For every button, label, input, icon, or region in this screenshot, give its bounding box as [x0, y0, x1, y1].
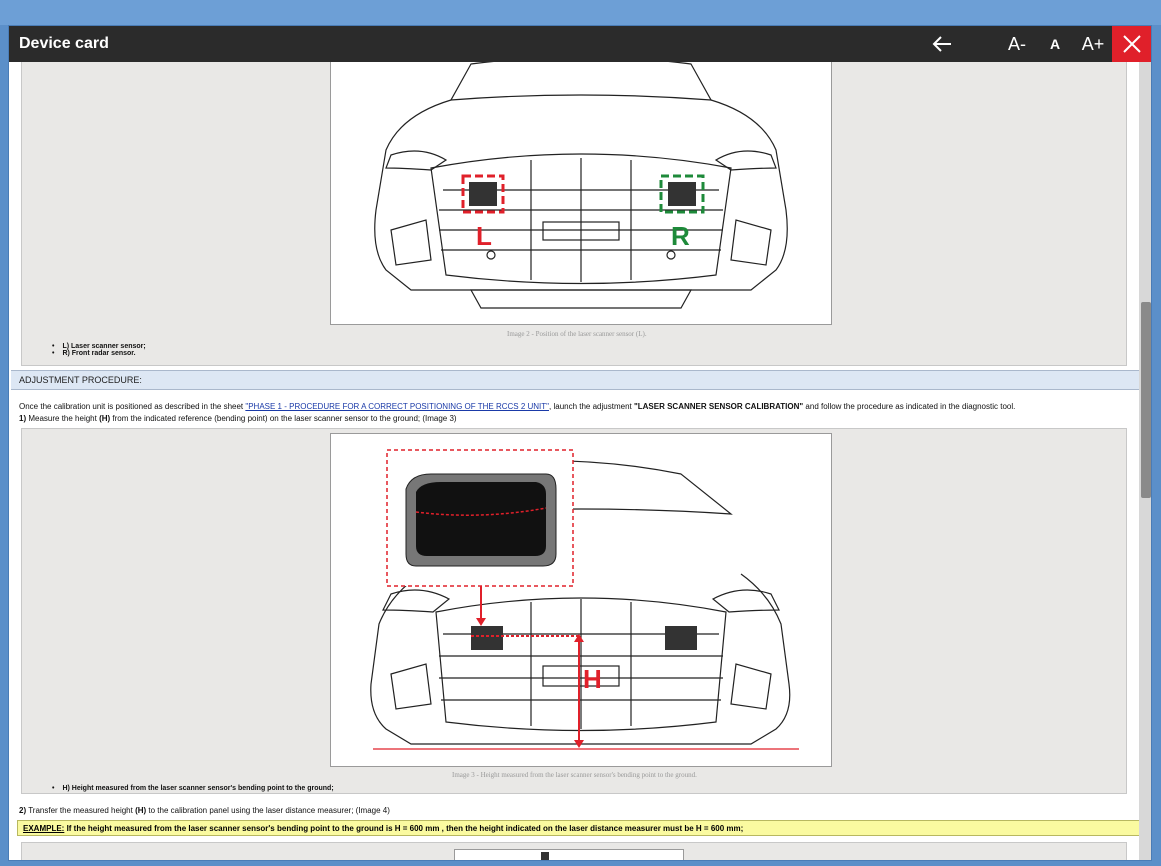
- image3-panel: H Image 3 - Height measured from the las…: [21, 428, 1127, 794]
- list-item: L) Laser scanner sensor;: [52, 343, 145, 350]
- intro-prefix: Once the calibration unit is positioned …: [19, 402, 246, 411]
- document-content: L R Image 2 - Position of the laser scan…: [9, 62, 1139, 860]
- back-button[interactable]: [924, 26, 960, 62]
- image2-caption: Image 2 - Position of the laser scanner …: [507, 330, 647, 338]
- font-increase-button[interactable]: A+: [1075, 26, 1111, 62]
- example-note: EXAMPLE: If the height measured from the…: [17, 820, 1139, 836]
- vertical-scrollbar[interactable]: [1139, 62, 1151, 860]
- car-height-illustration: H: [370, 449, 799, 750]
- image4-panel: [21, 842, 1127, 860]
- adjustment-intro: Once the calibration unit is positioned …: [19, 402, 1015, 411]
- close-icon: [1123, 35, 1141, 53]
- list-item: R) Front radar sensor.: [52, 350, 146, 357]
- adjustment-procedure-heading: ADJUSTMENT PROCEDURE:: [11, 370, 1139, 390]
- step1-text: 1) Measure the height (H) from the indic…: [19, 414, 457, 423]
- image3-bullets: H) Height measured from the laser scanne…: [52, 785, 333, 792]
- step2-text-a: Transfer the measured height: [26, 806, 136, 815]
- arrow-left-icon: [932, 36, 951, 52]
- image2-panel: L R Image 2 - Position of the laser scan…: [21, 62, 1127, 366]
- step2-h: (H): [135, 806, 147, 815]
- image3-caption: Image 3 - Height measured from the laser…: [452, 771, 697, 779]
- image4-figure: [454, 849, 684, 860]
- intro-mid: , launch the adjustment: [549, 402, 634, 411]
- label-r: R: [671, 221, 690, 251]
- font-reset-button[interactable]: A: [1039, 26, 1071, 62]
- label-h: H: [583, 664, 602, 694]
- desktop-top-strip: [0, 0, 1161, 25]
- example-text: If the height measured from the laser sc…: [64, 824, 744, 833]
- step2-text: 2) Transfer the measured height (H) to t…: [19, 806, 390, 815]
- example-label: EXAMPLE:: [23, 824, 65, 833]
- step1-h: (H): [99, 414, 111, 423]
- phase1-link[interactable]: "PHASE 1 - PROCEDURE FOR A CORRECT POSIT…: [245, 402, 549, 411]
- list-item: H) Height measured from the laser scanne…: [52, 785, 333, 792]
- step1-text-a: Measure the height: [26, 414, 100, 423]
- label-l: L: [476, 221, 492, 251]
- close-button[interactable]: [1112, 26, 1151, 62]
- font-decrease-button[interactable]: A-: [999, 26, 1035, 62]
- intro-bold: "LASER SCANNER SENSOR CALIBRATION": [633, 402, 804, 411]
- window-title: Device card: [19, 35, 109, 52]
- intro-suffix: and follow the procedure as indicated in…: [803, 402, 1016, 411]
- image2-bullets: L) Laser scanner sensor; R) Front radar …: [52, 343, 146, 357]
- image4-partial-mark: [541, 852, 549, 860]
- device-card-window: Device card A- A A+ L R Image 2 - Positi…: [8, 25, 1152, 861]
- image3-figure: H: [330, 433, 832, 767]
- image2-figure: L R: [330, 62, 832, 325]
- step1-text-b: from the indicated reference (bending po…: [110, 414, 457, 423]
- scrollbar-thumb[interactable]: [1141, 302, 1151, 498]
- step2-text-b: to the calibration panel using the laser…: [146, 806, 390, 815]
- car-front-illustration: L R: [374, 62, 788, 309]
- title-bar: Device card A- A A+: [9, 26, 1151, 62]
